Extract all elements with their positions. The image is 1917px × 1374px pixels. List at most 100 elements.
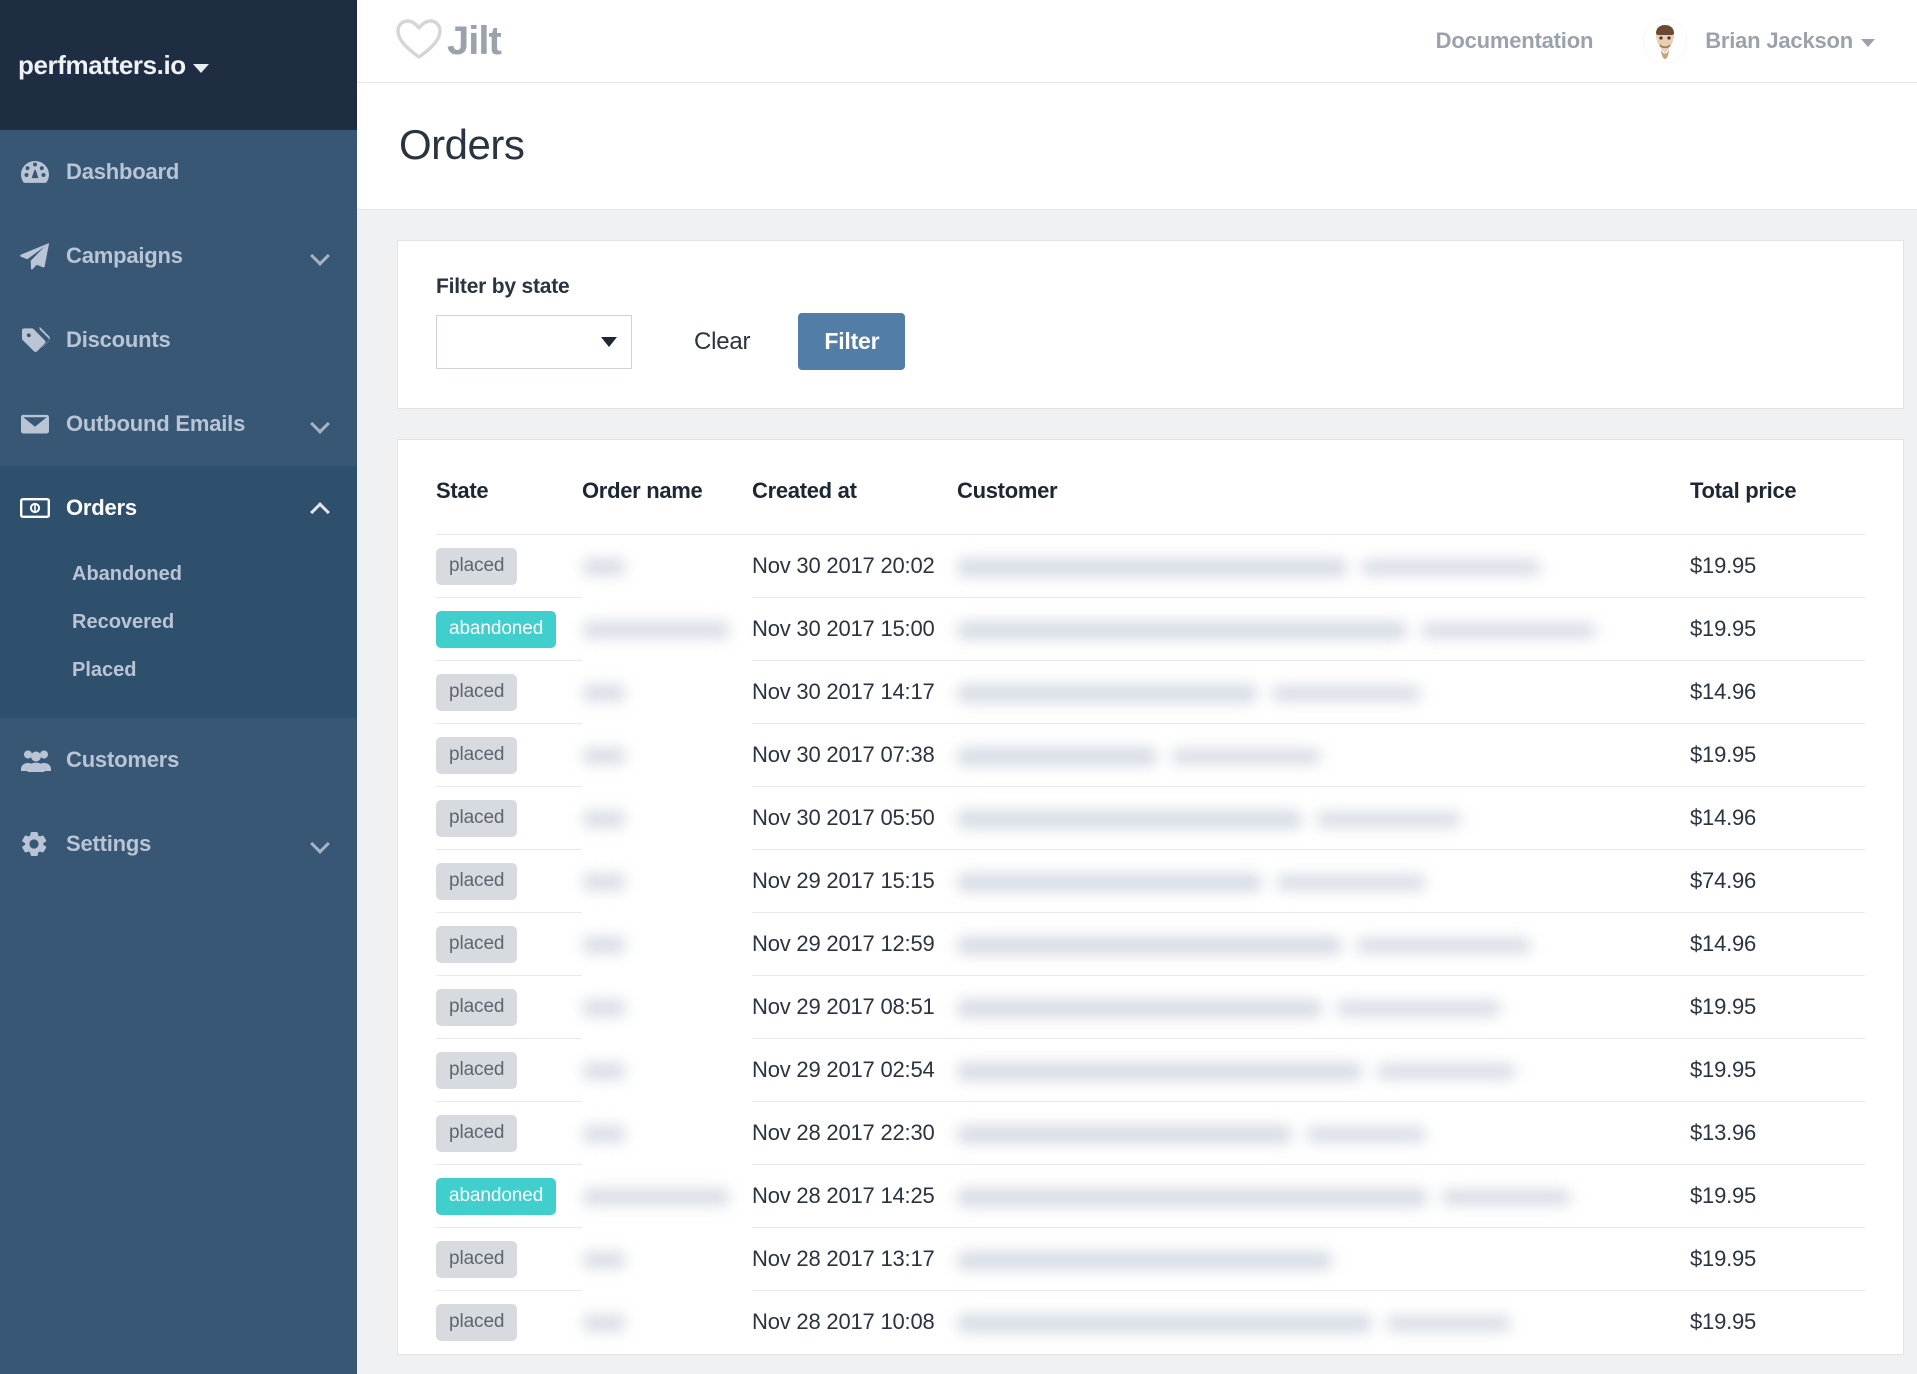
cell-order-name[interactable] [582,1039,752,1102]
sidebar-subitem-label: Recovered [72,610,175,633]
table-row[interactable]: placed Nov 28 2017 10:08 $19.95 [436,1290,1865,1354]
status-badge: placed [436,736,518,774]
chevron-down-icon[interactable] [311,835,329,853]
sidebar-subitem-recovered[interactable]: Recovered [0,598,357,646]
caret-down-icon[interactable] [1861,39,1875,47]
content-area: Filter by state Clear Filter State Order… [357,210,1917,1374]
cell-total-price: $19.95 [1690,1290,1865,1354]
cell-state: placed [436,786,582,850]
sidebar-subitem-abandoned[interactable]: Abandoned [0,550,357,598]
documentation-link[interactable]: Documentation [1436,28,1594,54]
status-badge: abandoned [436,1177,557,1215]
table-row[interactable]: placed Nov 29 2017 02:54 $19.95 [436,1038,1865,1102]
table-row[interactable]: abandoned Nov 28 2017 14:25 $19.95 [436,1164,1865,1228]
cell-state: placed [436,1101,582,1165]
redacted-customer [957,1313,1372,1333]
cell-order-name[interactable] [582,1228,752,1291]
cell-customer [957,912,1690,976]
table-body: placed Nov 30 2017 20:02 $19.95 abandoned No… [436,534,1865,1354]
sidebar-item-label: Orders [66,495,137,520]
page-title: Orders [399,121,525,168]
column-header-order-name[interactable]: Order name [582,440,752,535]
cell-state: placed [436,1227,582,1291]
users-icon [20,748,54,772]
chevron-down-icon[interactable] [311,415,329,433]
redacted-customer-secondary [1361,558,1541,576]
sidebar-item-label: Customers [66,747,180,772]
cell-order-name[interactable] [582,787,752,850]
redacted-customer [957,1124,1292,1144]
cell-state: placed [436,660,582,724]
state-select[interactable] [436,314,632,369]
clear-button[interactable]: Clear [694,328,751,356]
cell-total-price: $14.96 [1690,660,1865,724]
table-row[interactable]: placed Nov 28 2017 13:17 $19.95 [436,1227,1865,1291]
sidebar-item-customers[interactable]: Customers [0,718,357,802]
cell-order-name[interactable] [582,598,752,661]
user-menu[interactable]: Brian Jackson [1705,28,1853,54]
redacted-order-name [582,621,730,640]
redacted-customer [957,998,1322,1018]
status-badge: placed [436,1114,518,1152]
table-row[interactable]: placed Nov 29 2017 12:59 $14.96 [436,912,1865,976]
brand-selector[interactable]: perfmatters.io [0,0,357,130]
table-row[interactable]: placed Nov 28 2017 22:30 $13.96 [436,1101,1865,1165]
column-header-total-price[interactable]: Total price [1690,440,1865,535]
cell-order-name[interactable] [582,850,752,913]
chevron-up-icon[interactable] [311,499,329,517]
cell-order-name[interactable] [582,913,752,976]
cell-state: placed [436,912,582,976]
chevron-down-icon[interactable] [311,247,329,265]
sidebar-group-orders: Orders Abandoned Recovered Placed [0,466,357,718]
sidebar-item-dashboard[interactable]: Dashboard [0,130,357,214]
filter-button[interactable]: Filter [798,313,906,370]
page-header: Orders [357,83,1917,210]
status-badge: placed [436,547,518,585]
table-head: State Order name Created at Customer Tot… [436,440,1865,535]
cell-customer [957,1164,1690,1228]
cell-order-name[interactable] [582,724,752,787]
sidebar-item-label: Settings [66,831,152,856]
sidebar-item-settings[interactable]: Settings [0,802,357,886]
table-row[interactable]: placed Nov 29 2017 15:15 $74.96 [436,849,1865,913]
cell-customer [957,849,1690,913]
cell-order-name[interactable] [582,1102,752,1165]
table-row[interactable]: placed Nov 30 2017 20:02 $19.95 [436,534,1865,598]
cell-state: placed [436,723,582,787]
sidebar-subitem-placed[interactable]: Placed [0,646,357,694]
sidebar-item-label: Dashboard [66,159,180,184]
table-row[interactable]: placed Nov 29 2017 08:51 $19.95 [436,975,1865,1039]
redacted-order-name [582,1251,626,1270]
cell-order-name[interactable] [582,534,752,598]
cell-order-name[interactable] [582,1165,752,1228]
sidebar-item-discounts[interactable]: Discounts [0,298,357,382]
redacted-customer-secondary [1386,1314,1511,1332]
sidebar-subitem-label: Abandoned [72,562,182,585]
cell-state: placed [436,1290,582,1354]
column-header-state[interactable]: State [436,440,582,535]
table-row[interactable]: placed Nov 30 2017 14:17 $14.96 [436,660,1865,724]
table-row[interactable]: placed Nov 30 2017 07:38 $19.95 [436,723,1865,787]
sidebar-item-outbound-emails[interactable]: Outbound Emails [0,382,357,466]
cell-total-price: $14.96 [1690,786,1865,850]
cell-order-name[interactable] [582,976,752,1039]
column-header-created-at[interactable]: Created at [752,440,957,535]
cell-created-at: Nov 29 2017 15:15 [752,849,957,913]
jilt-logo[interactable]: Jilt [395,17,502,66]
cell-order-name[interactable] [582,661,752,724]
avatar[interactable] [1643,19,1688,63]
cell-order-name[interactable] [582,1291,752,1354]
redacted-customer [957,557,1347,577]
status-badge: placed [436,1240,518,1278]
redacted-customer-secondary [1306,1125,1426,1143]
status-badge: placed [436,925,518,963]
sidebar-item-orders[interactable]: Orders [0,466,357,550]
filter-controls: Clear Filter [436,313,1865,370]
table-row[interactable]: placed Nov 30 2017 05:50 $14.96 [436,786,1865,850]
orders-table-panel: State Order name Created at Customer Tot… [397,439,1904,1355]
column-header-customer[interactable]: Customer [957,440,1690,535]
caret-down-icon [192,63,209,73]
heart-outline-icon [395,17,443,66]
sidebar-item-campaigns[interactable]: Campaigns [0,214,357,298]
table-row[interactable]: abandoned Nov 30 2017 15:00 $19.95 [436,597,1865,661]
